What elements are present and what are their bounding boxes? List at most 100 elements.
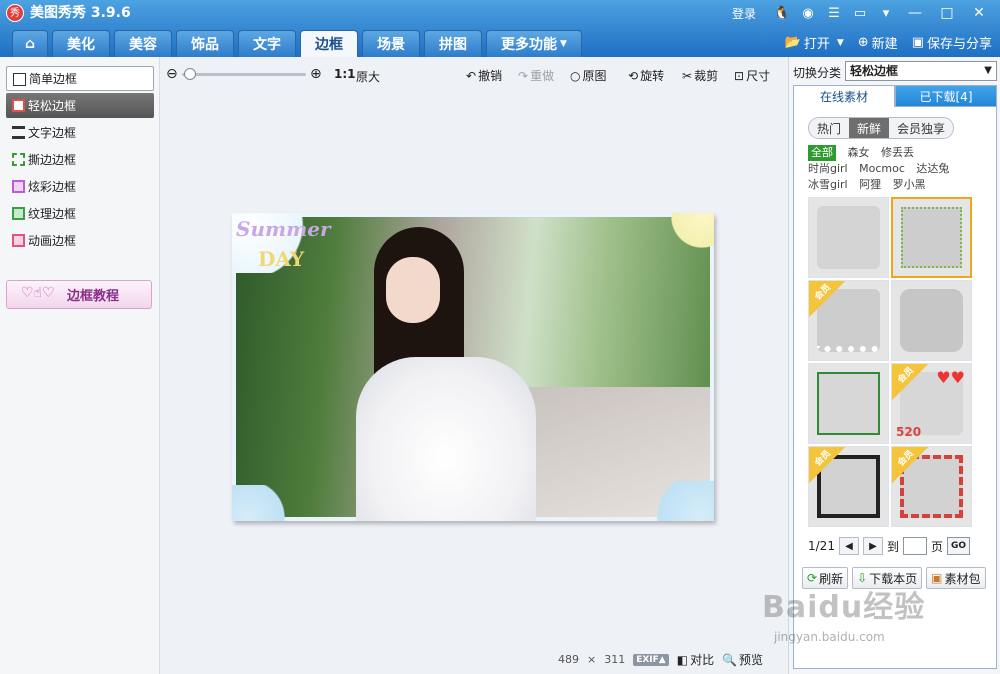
tab-downloaded[interactable]: 已下载[4] (895, 85, 997, 107)
category-label: 撕边边框 (28, 153, 77, 167)
resize-button[interactable]: ⊡ 尺寸 (734, 67, 770, 84)
animated-frame-icon (12, 234, 25, 247)
tab-collage[interactable]: 拼图 (424, 30, 482, 57)
tab-beautify[interactable]: 美化 (52, 30, 110, 57)
category-select[interactable]: 轻松边框 ▼ (845, 61, 997, 81)
undo-button[interactable]: ↶ 撤销 (466, 67, 502, 84)
border-tutorial-button[interactable]: ♡☝♡ 边框教程 (6, 280, 152, 309)
new-button[interactable]: ⊕ 新建 (858, 33, 898, 52)
category-label: 轻松边框 (28, 99, 77, 113)
thumbnail-preview (901, 207, 962, 268)
category-animated-border[interactable]: 动画边框 (6, 228, 154, 253)
rotate-button[interactable]: ⟲ 旋转 (628, 67, 664, 84)
vip-ribbon-label: 会员 (813, 448, 833, 469)
material-thumbnail[interactable]: 会员 (891, 446, 972, 527)
original-image-button[interactable]: ○ 原图 (570, 67, 607, 84)
material-thumbnail[interactable] (808, 197, 889, 278)
magnifier-icon: 🔍 (722, 652, 738, 667)
vip-ribbon-label: 会员 (813, 282, 833, 303)
home-icon: ⌂ (24, 36, 36, 52)
vip-ribbon-label: 会员 (896, 365, 916, 386)
tag-item[interactable]: 时尚girl (808, 161, 848, 177)
text-frame-icon (12, 126, 25, 139)
material-thumbnail[interactable]: 会员 520 ♥♥ (891, 363, 972, 444)
save-icon: ▣ (911, 35, 924, 50)
tag-item[interactable]: 冰雪girl (808, 177, 848, 193)
titlebar-controls: 登录 🐧 ◉ ☰ ▭ ▾ — □ ✕ (732, 2, 992, 24)
image-height: 311 (604, 653, 626, 666)
material-thumbnail[interactable]: 会员 (808, 446, 889, 527)
category-torn-border[interactable]: 撕边边框 (6, 147, 154, 172)
zoom-in-icon[interactable]: ⊕ (310, 66, 322, 82)
preview-button[interactable]: 🔍 预览 (722, 651, 763, 668)
material-thumbnail[interactable] (808, 363, 889, 444)
tab-home[interactable]: ⌂ (12, 30, 48, 57)
image-width: 489 (558, 653, 579, 666)
tab-accessories[interactable]: 饰品 (176, 30, 234, 57)
tag-item[interactable]: 罗小黑 (893, 177, 926, 193)
dimension-separator: × (587, 653, 597, 666)
exif-button[interactable]: EXIF▲ (633, 653, 669, 666)
menu-icon[interactable]: ☰ (824, 3, 844, 23)
thumbnail-preview (817, 372, 880, 435)
qq-icon[interactable]: 🐧 (772, 3, 792, 23)
photo-dress (356, 357, 536, 521)
zoom-slider-thumb[interactable] (184, 68, 196, 80)
tag-item[interactable]: 阿狸 (859, 177, 881, 193)
page-number-input[interactable] (902, 537, 927, 555)
category-colorful-border[interactable]: 炫彩边框 (6, 174, 154, 199)
redo-icon: ↷ (518, 68, 529, 83)
maximize-button[interactable]: □ (934, 3, 960, 23)
seg-hot[interactable]: 热门 (809, 118, 850, 138)
material-thumbnail[interactable]: 会员 (808, 280, 889, 361)
tag-item[interactable]: 森女 (848, 145, 870, 161)
frame-icon (12, 99, 25, 112)
material-pack-button[interactable]: ▣ 素材包 (926, 567, 986, 589)
thumbnail-520-text: 520 (896, 425, 922, 439)
switch-category-label: 切换分类 (793, 66, 842, 80)
tab-online-materials[interactable]: 在线素材 (793, 85, 895, 107)
material-pack-label: 素材包 (944, 571, 981, 586)
minimize-button[interactable]: — (902, 3, 928, 23)
undo-icon: ↶ (466, 68, 477, 83)
feedback-icon[interactable]: ▭ (850, 3, 870, 23)
tag-all[interactable]: 全部 (808, 145, 836, 161)
tab-more[interactable]: 更多功能 ▼ (486, 30, 582, 57)
material-thumbnail[interactable] (891, 280, 972, 361)
go-button[interactable]: GO (946, 537, 971, 555)
tag-item[interactable]: Mocmoc (859, 161, 905, 177)
dropdown-icon[interactable]: ▾ (876, 3, 896, 23)
tab-scene[interactable]: 场景 (362, 30, 420, 57)
prev-page-button[interactable]: ◀ (838, 537, 859, 555)
tab-border[interactable]: 边框 (300, 30, 358, 57)
tab-beauty[interactable]: 美容 (114, 30, 172, 57)
zoom-out-icon[interactable]: ⊖ (166, 66, 178, 82)
close-button[interactable]: ✕ (966, 3, 992, 23)
actual-size-ratio[interactable]: 1:1 (334, 67, 356, 81)
open-button[interactable]: 📂 打开 ▼ (785, 33, 844, 52)
tab-text[interactable]: 文字 (238, 30, 296, 57)
category-text-border[interactable]: 文字边框 (6, 120, 154, 145)
save-share-button[interactable]: ▣ 保存与分享 (912, 33, 992, 52)
seg-new[interactable]: 新鲜 (849, 118, 890, 138)
crop-button[interactable]: ✂ 裁剪 (682, 67, 718, 84)
baidu-watermark-url: jingyan.baidu.com (774, 630, 885, 644)
material-thumbnail-selected[interactable] (891, 197, 972, 278)
category-easy-border[interactable]: 轻松边框 (6, 93, 154, 118)
compare-button[interactable]: ◧ 对比 (677, 651, 714, 668)
weibo-icon[interactable]: ◉ (798, 3, 818, 23)
seg-vip[interactable]: 会员独享 (889, 118, 954, 138)
redo-button[interactable]: ↷ 重做 (518, 67, 554, 84)
tag-item[interactable]: 修丢丢 (881, 145, 914, 161)
summer-text: Summer (236, 217, 331, 241)
open-label: 打开 (803, 37, 830, 52)
category-simple-border[interactable]: 简单边框 (6, 66, 154, 91)
next-page-button[interactable]: ▶ (862, 537, 883, 555)
tag-item[interactable]: 达达兔 (916, 161, 949, 177)
login-link[interactable]: 登录 (732, 5, 756, 22)
zoom-slider-track[interactable] (182, 73, 306, 76)
photo-with-border[interactable]: Summer DAY (232, 213, 714, 521)
chevron-down-icon: ▼ (836, 37, 844, 48)
original-size-button[interactable]: 原大 (356, 68, 380, 85)
category-texture-border[interactable]: 纹理边框 (6, 201, 154, 226)
